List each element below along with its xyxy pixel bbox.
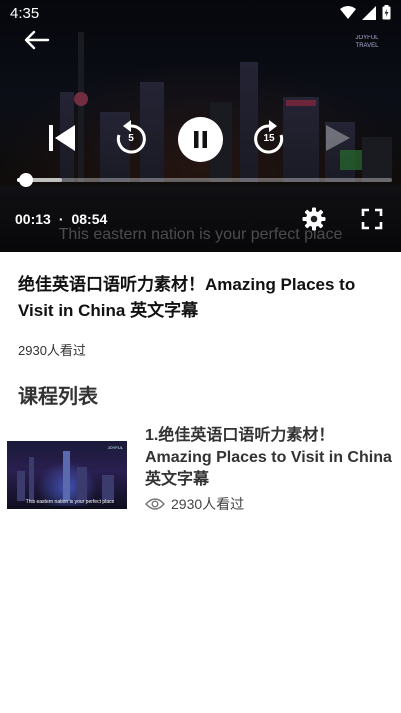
back-button[interactable] <box>22 28 50 52</box>
current-time: 00:13 <box>15 211 51 227</box>
pause-button[interactable] <box>178 117 223 162</box>
eye-icon <box>145 498 165 510</box>
settings-button[interactable] <box>302 207 326 231</box>
time-display: 00:13 · 08:54 <box>15 211 107 227</box>
seek-thumb[interactable] <box>19 173 34 187</box>
video-title: 绝佳英语口语听力素材！Amazing Places to Visit in Ch… <box>18 275 356 320</box>
gear-icon <box>302 207 326 231</box>
battery-icon <box>382 5 391 20</box>
course-item-views: 2930人看过 <box>171 496 245 512</box>
course-thumbnail: This eastern nation is your perfect plac… <box>7 441 127 509</box>
thumbnail-logo: JOYFUL <box>107 445 123 450</box>
forward-seconds-label: 15 <box>263 133 275 144</box>
previous-button[interactable] <box>46 122 78 154</box>
status-time: 4:35 <box>10 5 40 22</box>
status-bar: 4:35 <box>0 0 401 28</box>
course-list-item[interactable]: This eastern nation is your perfect plac… <box>0 424 401 520</box>
thumbnail-building <box>77 467 87 501</box>
thumbnail-building <box>29 457 34 501</box>
thumbnail-building <box>63 451 70 501</box>
total-duration: 08:54 <box>71 211 108 227</box>
subtitle-text: This eastern nation is your perfect plac… <box>58 226 343 243</box>
channel-logo: JOYFUL TRAVEL <box>355 35 379 49</box>
next-button[interactable] <box>322 122 354 154</box>
video-player[interactable]: 4:35 JOYFUL TRAVEL 5 15 This eastern nat… <box>0 0 401 252</box>
forward-15-button[interactable]: 15 <box>252 120 286 156</box>
wifi-icon <box>340 5 356 19</box>
rewind-5-button[interactable]: 5 <box>114 120 148 156</box>
play-next-icon <box>326 125 350 151</box>
fullscreen-button[interactable] <box>361 208 383 230</box>
status-icons <box>340 5 391 20</box>
thumbnail-building <box>17 471 25 501</box>
course-item-meta: 2930人看过 <box>145 494 244 514</box>
skip-previous-icon <box>49 125 75 151</box>
rewind-seconds-label: 5 <box>128 133 134 144</box>
course-list-heading: 课程列表 <box>18 386 98 408</box>
thumbnail-caption: This eastern nation is your perfect plac… <box>25 499 115 505</box>
signal-icon <box>362 5 376 20</box>
pause-icon <box>194 131 207 148</box>
time-separator: · <box>58 211 64 227</box>
seek-bar[interactable] <box>17 173 392 187</box>
arrow-left-icon <box>24 30 50 50</box>
thumbnail-building <box>102 475 114 501</box>
fullscreen-icon <box>361 208 383 230</box>
video-view-count: 2930人看过 <box>18 343 86 358</box>
course-item-title: 1.绝佳英语口语听力素材！Amazing Places to Visit in … <box>145 427 392 488</box>
